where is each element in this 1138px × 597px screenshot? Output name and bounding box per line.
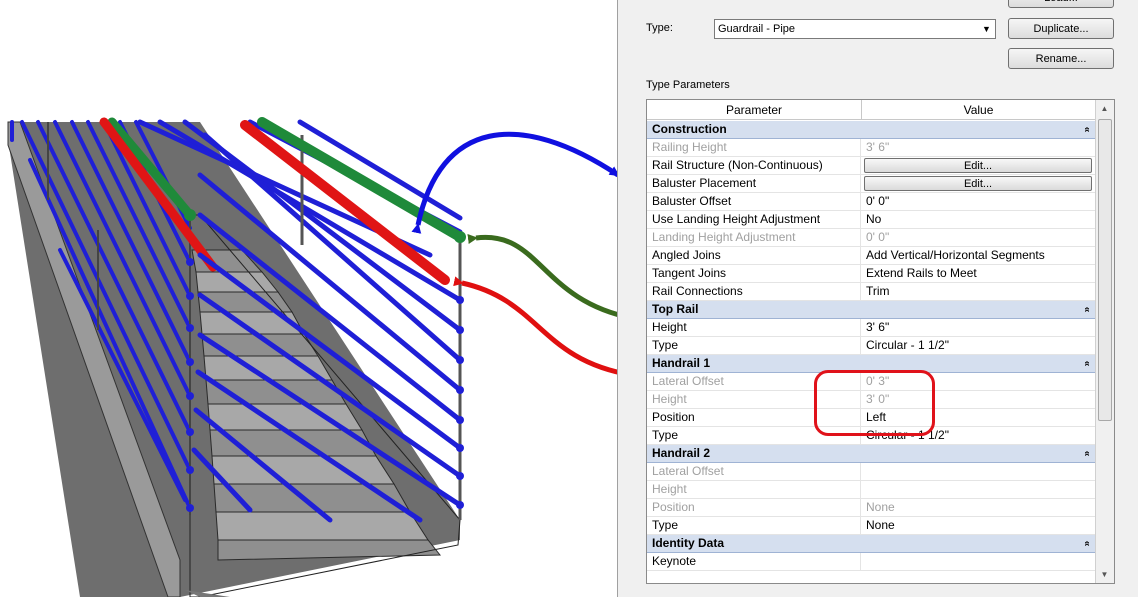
parameter-name: Baluster Offset (647, 193, 861, 210)
collapse-icon[interactable]: « (1079, 451, 1096, 457)
scroll-up-icon[interactable]: ▲ (1096, 100, 1113, 117)
chevron-down-icon[interactable]: ▼ (978, 20, 995, 38)
group-header[interactable]: Top Rail « (647, 301, 1096, 319)
type-parameters-label: Type Parameters (646, 79, 730, 91)
collapse-icon[interactable]: « (1079, 541, 1096, 547)
parameter-name: Keynote (647, 553, 861, 570)
parameter-row[interactable]: Tangent Joins Extend Rails to Meet (647, 265, 1096, 283)
parameter-name: Tangent Joins (647, 265, 861, 282)
group-name: Handrail 2 (652, 446, 711, 460)
parameter-row[interactable]: Rail Structure (Non-Continuous) Edit... (647, 157, 1096, 175)
parameter-name: Type (647, 517, 861, 534)
red-callout-arrow (453, 276, 634, 379)
parameter-row[interactable]: Rail Connections Trim (647, 283, 1096, 301)
parameter-row[interactable]: Landing Height Adjustment 0' 0" (647, 229, 1096, 247)
parameter-name: Landing Height Adjustment (647, 229, 861, 246)
parameter-value[interactable]: 3' 6" (861, 319, 1096, 336)
parameter-row[interactable]: Railing Height 3' 6" (647, 139, 1096, 157)
highlight-annotation (814, 370, 935, 436)
parameter-name: Type (647, 337, 861, 354)
column-header-value[interactable]: Value (862, 100, 1096, 120)
parameter-value: 3' 6" (866, 140, 890, 154)
parameter-row[interactable]: Type None (647, 517, 1096, 535)
parameter-value[interactable]: None (861, 517, 1096, 534)
vertical-scrollbar[interactable]: ▲ ▼ (1095, 100, 1114, 583)
parameter-row[interactable]: Lateral Offset (647, 463, 1096, 481)
edit-button[interactable]: Edit... (864, 158, 1092, 173)
group-name: Identity Data (652, 536, 725, 550)
parameter-name: Rail Structure (Non-Continuous) (647, 157, 861, 174)
parameter-value[interactable]: No (861, 211, 1096, 228)
parameter-value[interactable]: Circular - 1 1/2" (861, 337, 1096, 354)
parameter-name: Height (647, 319, 861, 336)
type-dropdown[interactable]: Guardrail - Pipe ▼ (714, 19, 996, 39)
column-header-parameter[interactable]: Parameter (647, 100, 862, 120)
parameter-row[interactable]: Baluster Offset 0' 0" (647, 193, 1096, 211)
parameter-row[interactable]: Height (647, 481, 1096, 499)
parameter-value[interactable]: Add Vertical/Horizontal Segments (861, 247, 1096, 264)
parameter-value[interactable] (861, 553, 1096, 570)
parameter-row[interactable]: Position None (647, 499, 1096, 517)
type-label: Type: (646, 22, 673, 34)
parameter-name: Railing Height (647, 139, 861, 156)
collapse-icon[interactable]: « (1079, 307, 1096, 313)
parameter-value: None (866, 500, 895, 514)
group-header[interactable]: Handrail 2 « (647, 445, 1096, 463)
load-button[interactable]: Load... (1008, 0, 1114, 8)
type-dropdown-value: Guardrail - Pipe (718, 23, 796, 35)
parameter-name: Height (647, 481, 861, 498)
parameter-rows: Construction « Railing Height 3' 6" Rail Str… (647, 121, 1096, 571)
parameter-row[interactable]: Keynote (647, 553, 1096, 571)
type-parameters-grid: Parameter Value Construction « Railing Hei… (646, 99, 1115, 584)
duplicate-button[interactable]: Duplicate... (1008, 18, 1114, 39)
parameter-value[interactable]: Extend Rails to Meet (861, 265, 1096, 282)
parameter-value: 0' 0" (866, 230, 890, 244)
parameter-name: Baluster Placement (647, 175, 861, 192)
parameter-value (861, 463, 1096, 480)
group-name: Construction (652, 122, 727, 136)
group-name: Top Rail (652, 302, 699, 316)
scroll-down-icon[interactable]: ▼ (1096, 566, 1113, 583)
scroll-thumb[interactable] (1098, 119, 1112, 421)
collapse-icon[interactable]: « (1079, 361, 1096, 367)
parameter-name: Use Landing Height Adjustment (647, 211, 861, 228)
parameter-row[interactable]: Height 3' 6" (647, 319, 1096, 337)
parameter-row[interactable]: Angled Joins Add Vertical/Horizontal Segm… (647, 247, 1096, 265)
parameter-row[interactable]: Type Circular - 1 1/2" (647, 337, 1096, 355)
type-properties-dialog: Load... Type: Guardrail - Pipe ▼ Duplica… (617, 0, 1138, 597)
edit-button[interactable]: Edit... (864, 176, 1092, 191)
parameter-row[interactable]: Use Landing Height Adjustment No (647, 211, 1096, 229)
collapse-icon[interactable]: « (1079, 127, 1096, 133)
parameter-value (861, 481, 1096, 498)
parameter-value[interactable]: 0' 0" (861, 193, 1096, 210)
parameter-value[interactable]: Trim (861, 283, 1096, 300)
group-header[interactable]: Identity Data « (647, 535, 1096, 553)
parameter-name: Lateral Offset (647, 463, 861, 480)
green-callout-arrow (467, 234, 634, 322)
parameter-row[interactable]: Baluster Placement Edit... (647, 175, 1096, 193)
parameter-name: Angled Joins (647, 247, 861, 264)
rename-button[interactable]: Rename... (1008, 48, 1114, 69)
parameter-name: Rail Connections (647, 283, 861, 300)
parameter-name: Position (647, 499, 861, 516)
group-header[interactable]: Construction « (647, 121, 1096, 139)
group-name: Handrail 1 (652, 356, 711, 370)
